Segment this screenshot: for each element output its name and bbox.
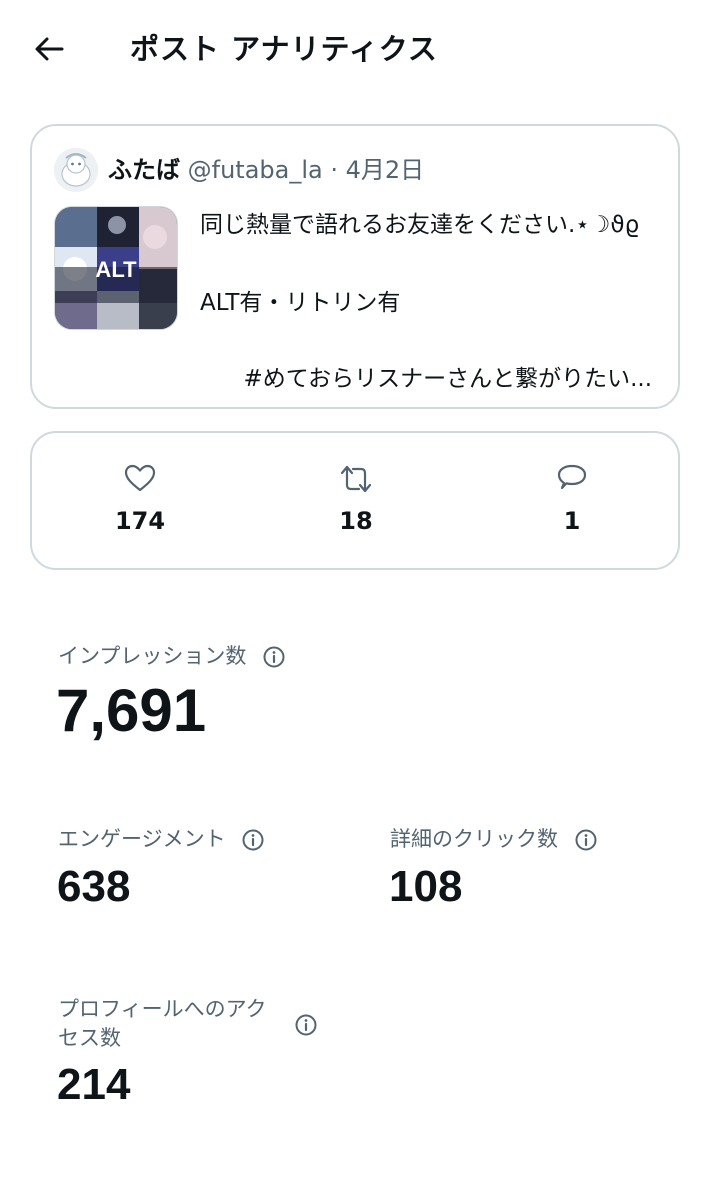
arrow-left-icon bbox=[35, 37, 64, 61]
author-name[interactable]: ふたば bbox=[108, 156, 180, 184]
repost-icon bbox=[340, 465, 372, 493]
avatar bbox=[54, 148, 98, 192]
impressions-value: 7,691 bbox=[56, 677, 207, 744]
post-text-line: 同じ熱量で語れるお友達をください.⋆☽ϑϱ bbox=[200, 212, 640, 238]
author-handle[interactable]: @futaba_la bbox=[188, 156, 323, 184]
likes-stat[interactable]: 174 bbox=[80, 461, 200, 537]
heart-icon bbox=[124, 464, 156, 492]
detail-clicks-label: 詳細のクリック数 bbox=[390, 827, 558, 851]
reply-bubble-icon bbox=[557, 464, 587, 490]
post-text-line: #めておらリスナーさんと繋がりたい... bbox=[243, 366, 652, 392]
impressions-label: インプレッション数 bbox=[58, 644, 247, 668]
detail-clicks-value: 108 bbox=[389, 862, 463, 911]
info-icon[interactable] bbox=[241, 828, 265, 852]
engagement-stats-card: 174 18 1 bbox=[30, 431, 680, 570]
back-button[interactable] bbox=[28, 28, 70, 70]
meta-separator: · bbox=[322, 156, 346, 184]
engagement-label: エンゲージメント bbox=[58, 827, 226, 851]
post-author-line: ふたば @futaba_la · 4月2日 bbox=[108, 152, 424, 188]
post-date: 4月2日 bbox=[345, 156, 425, 184]
replies-count: 1 bbox=[563, 507, 581, 535]
replies-stat[interactable]: 1 bbox=[512, 461, 632, 537]
info-icon[interactable] bbox=[574, 828, 598, 852]
header-bar: ポスト アナリティクス bbox=[0, 0, 709, 100]
post-media-thumbnail[interactable]: ALT bbox=[54, 206, 178, 330]
post-text-line: ALT有・リトリン有 bbox=[200, 290, 401, 316]
profile-visits-value: 214 bbox=[57, 1060, 131, 1109]
profile-visits-label-continued: セス数 bbox=[58, 1026, 121, 1050]
info-icon[interactable] bbox=[262, 645, 286, 669]
post-preview-card[interactable]: ふたば @futaba_la · 4月2日 ALT 同じ熱量で語れるお友達をくだ… bbox=[30, 124, 680, 409]
profile-visits-label: プロフィールへのアク bbox=[58, 997, 267, 1021]
reposts-stat[interactable]: 18 bbox=[296, 461, 416, 537]
reposts-count: 18 bbox=[339, 507, 373, 535]
likes-count: 174 bbox=[114, 507, 166, 535]
alt-badge: ALT bbox=[95, 257, 137, 283]
engagement-value: 638 bbox=[57, 862, 131, 911]
page-title: ポスト アナリティクス bbox=[130, 32, 438, 66]
info-icon[interactable] bbox=[294, 1013, 318, 1037]
